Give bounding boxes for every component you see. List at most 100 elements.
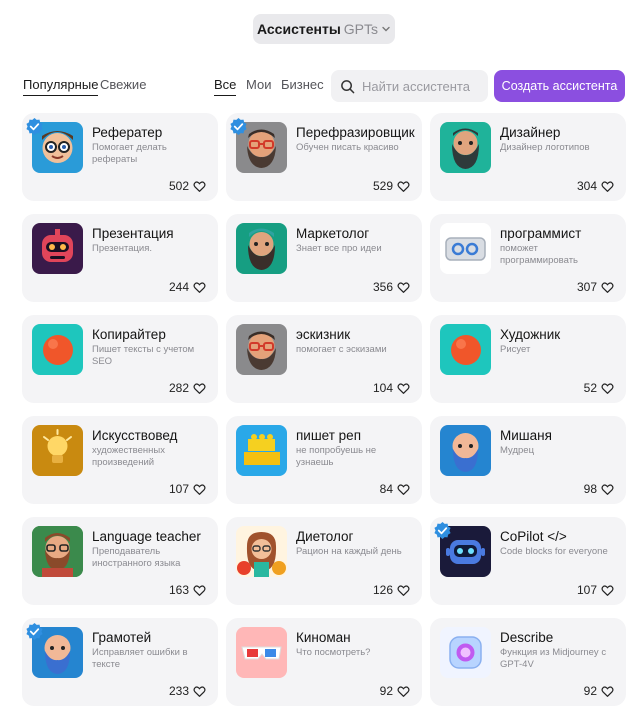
tab-all[interactable]: Все (214, 77, 237, 96)
tab-mine[interactable]: Мои (246, 77, 271, 95)
assistant-card[interactable]: Перефразировщик Обучен писать красиво 529 (226, 113, 422, 201)
code-device-avatar (440, 223, 491, 274)
tab-popular[interactable]: Популярные (23, 77, 99, 96)
heart-icon (397, 281, 410, 293)
assistant-title: Искусствовед (92, 428, 178, 443)
like-control[interactable]: 92 (380, 684, 410, 698)
assistant-avatar (236, 526, 287, 577)
assistant-card[interactable]: Describe Функция из Midjourney с GPT-4V 92 (430, 618, 626, 706)
like-control[interactable]: 52 (584, 381, 614, 395)
like-control[interactable]: 92 (584, 684, 614, 698)
like-control[interactable]: 282 (169, 381, 206, 395)
search-input[interactable] (362, 78, 487, 94)
assistant-title: Диетолог (296, 529, 354, 544)
assistant-description: Пишет тексты с учетом SEO (92, 344, 195, 367)
assistant-card[interactable]: Маркетолог Знает все про идеи 356 (226, 214, 422, 302)
assistant-description: Что посмотреть? (296, 647, 371, 658)
assistant-description: Дизайнер логотипов (500, 142, 590, 153)
assistant-title: Грамотей (92, 630, 152, 645)
heart-icon (601, 584, 614, 596)
like-control[interactable]: 304 (577, 179, 614, 193)
like-count: 244 (168, 280, 189, 294)
assistant-card[interactable]: Рефератер Помогает делать рефераты 502 (22, 113, 218, 201)
like-count: 98 (583, 482, 597, 496)
heart-icon (601, 382, 614, 394)
like-control[interactable]: 163 (169, 583, 206, 597)
like-control[interactable]: 244 (169, 280, 206, 294)
like-control[interactable]: 84 (380, 482, 410, 496)
assistant-description: Знает все про идеи (296, 243, 382, 254)
verified-badge-icon (434, 521, 451, 540)
assistant-title: Дизайнер (500, 125, 561, 140)
assistant-card[interactable]: Language teacher Преподаватель иностранно… (22, 517, 218, 605)
assistant-card[interactable]: Искусствовед художественных произведений 1… (22, 416, 218, 504)
assistant-description: художественных произведений (92, 445, 165, 468)
assistant-card[interactable]: Презентация Презентация. 244 (22, 214, 218, 302)
assistant-card[interactable]: Диетолог Рацион на каждый день 126 (226, 517, 422, 605)
verified-badge-icon (26, 622, 43, 641)
like-count: 107 (576, 583, 597, 597)
verified-badge-icon (230, 117, 247, 136)
assistant-avatar (32, 526, 83, 577)
assistant-avatar (440, 627, 491, 678)
3d-glasses-avatar (236, 627, 287, 678)
assistant-description: Рисует (500, 344, 531, 355)
assistant-card[interactable]: пишет реп не попробуешь не узнаешь 84 (226, 416, 422, 504)
assistant-card[interactable]: Киноман Что посмотреть? 92 (226, 618, 422, 706)
assistant-card[interactable]: программист поможет программировать 307 (430, 214, 626, 302)
like-control[interactable]: 107 (577, 583, 614, 597)
assistant-title: Language teacher (92, 529, 201, 544)
search-icon (341, 79, 355, 93)
like-count: 502 (168, 179, 189, 193)
like-control[interactable]: 104 (373, 381, 410, 395)
assistant-avatar (236, 223, 287, 274)
assistant-description: Рацион на каждый день (296, 546, 402, 557)
tab-fresh[interactable]: Свежие (100, 77, 146, 95)
assistant-description: Мудрец (500, 445, 535, 456)
like-control[interactable]: 107 (169, 482, 206, 496)
glowing-lens-avatar (440, 627, 491, 678)
assistant-title: пишет реп (296, 428, 362, 443)
assistant-card[interactable]: эскизник помогает с эскизами 104 (226, 315, 422, 403)
heart-icon (397, 180, 410, 192)
assistant-description: Обучен писать красиво (296, 142, 399, 153)
heart-icon (397, 483, 410, 495)
assistant-description: Code blocks for everyone (500, 546, 608, 557)
like-count: 104 (372, 381, 393, 395)
filter-bar: Популярные Свежие Все Мои Бизнес Создать… (0, 70, 635, 102)
create-assistant-button[interactable]: Создать ассистента (494, 70, 625, 102)
assistant-card[interactable]: Мишаня Мудрец 98 (430, 416, 626, 504)
teal-bearded-man-avatar (236, 223, 287, 274)
assistant-avatar (32, 425, 83, 476)
assistant-description: Функция из Midjourney с GPT-4V (500, 647, 607, 670)
like-count: 529 (372, 179, 393, 193)
heart-icon (193, 483, 206, 495)
like-count: 356 (372, 280, 393, 294)
tab-business[interactable]: Бизнес (281, 77, 324, 95)
like-control[interactable]: 502 (169, 179, 206, 193)
assistant-card[interactable]: CoPilot </> Code blocks for everyone 107 (430, 517, 626, 605)
assistant-avatar (236, 425, 287, 476)
green-bearded-man-avatar (440, 122, 491, 173)
like-control[interactable]: 233 (169, 684, 206, 698)
heart-icon (397, 584, 410, 596)
assistant-card[interactable]: Грамотей Исправляет ошибки в тексте 233 (22, 618, 218, 706)
bald-bearded-man-avatar (440, 425, 491, 476)
assistants-dropdown[interactable]: Ассистенты GPTs (253, 14, 395, 44)
assistant-avatar (236, 324, 287, 375)
heart-icon (193, 685, 206, 697)
page-title: Ассистенты (256, 21, 341, 37)
assistant-avatar (440, 223, 491, 274)
like-control[interactable]: 307 (577, 280, 614, 294)
heart-icon (193, 584, 206, 596)
assistant-description: помогает с эскизами (296, 344, 387, 355)
assistant-title: Презентация (92, 226, 174, 241)
assistant-card[interactable]: Художник Рисует 52 (430, 315, 626, 403)
like-control[interactable]: 126 (373, 583, 410, 597)
heart-icon (601, 685, 614, 697)
assistant-card[interactable]: Копирайтер Пишет тексты с учетом SEO 282 (22, 315, 218, 403)
like-control[interactable]: 529 (373, 179, 410, 193)
like-control[interactable]: 356 (373, 280, 410, 294)
assistant-card[interactable]: Дизайнер Дизайнер логотипов 304 (430, 113, 626, 201)
like-control[interactable]: 98 (584, 482, 614, 496)
